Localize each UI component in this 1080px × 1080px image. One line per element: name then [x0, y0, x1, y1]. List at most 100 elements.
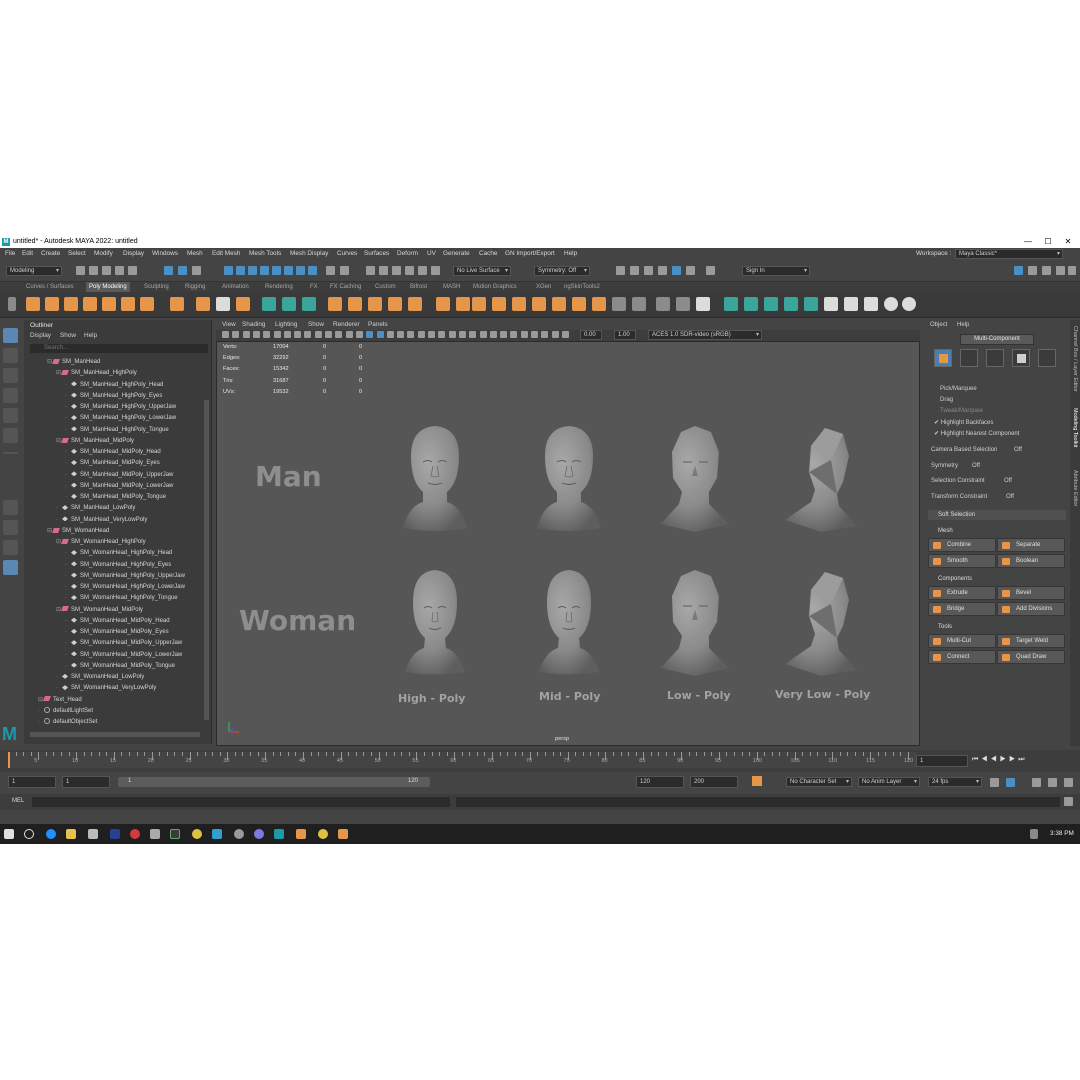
four-view-layout-icon[interactable] [3, 520, 18, 535]
viewport-menu-panels[interactable]: Panels [368, 320, 388, 330]
separate-shelf-icon[interactable] [302, 297, 316, 311]
outliner-row[interactable]: · SM_ManHead_HighPoly_LowerJaw [65, 413, 176, 424]
menu-curves[interactable]: Curves [337, 248, 357, 260]
mask-all-icon[interactable] [224, 266, 233, 275]
outliner-row[interactable]: · defaultLightSet [38, 706, 93, 717]
open-scene-icon[interactable] [89, 266, 98, 275]
viewport-tool-icon[interactable] [283, 331, 291, 338]
menu-create[interactable]: Create [41, 248, 60, 260]
paint-select-tool-icon[interactable] [3, 368, 18, 383]
separate-button[interactable]: Separate [997, 538, 1065, 552]
snap-to-view-plane-icon[interactable] [405, 266, 414, 275]
menu-select[interactable]: Select [68, 248, 86, 260]
menu-edit-mesh[interactable]: Edit Mesh [212, 248, 240, 260]
combine-button[interactable]: Combine [928, 538, 996, 552]
tab-poly-modeling[interactable]: Poly Modeling [86, 282, 130, 292]
multi-component-button[interactable]: Multi-Component [960, 334, 1034, 345]
poly-disc-icon[interactable] [140, 297, 154, 311]
sculpt-tools-icon[interactable] [864, 297, 878, 311]
viewport-tool-icon[interactable] [345, 331, 353, 338]
multi-cut-button[interactable]: Multi-Cut [928, 634, 996, 648]
exposure-field[interactable]: 0.00 [580, 330, 602, 340]
photoshop-icon[interactable] [110, 829, 120, 839]
outliner-row[interactable]: · SM_ManHead_MidPoly_UpperJaw [65, 470, 173, 481]
viewport-tool-icon[interactable] [304, 331, 312, 338]
tools-section-header[interactable]: Tools [928, 622, 1066, 632]
target-weld-shelf-icon[interactable] [744, 297, 758, 311]
minimize-button[interactable]: — [1018, 236, 1038, 248]
loop-icon[interactable] [990, 778, 999, 787]
outliner-row[interactable]: · defaultObjectSet [38, 717, 97, 728]
viewport-tool-icon[interactable] [376, 331, 384, 338]
outliner-row[interactable]: · SM_WomanHead_MidPoly_Tongue [65, 661, 175, 672]
tab-mash[interactable]: MASH [443, 282, 460, 292]
viewport-tool-icon[interactable] [469, 331, 477, 338]
pause-icon[interactable] [706, 266, 715, 275]
viewport-tool-icon[interactable] [273, 331, 281, 338]
fps-dropdown[interactable]: 24 fps [928, 777, 982, 787]
smooth-button[interactable]: Smooth [928, 554, 996, 568]
sweep-mesh-icon[interactable] [262, 297, 276, 311]
eye-hide-icon[interactable] [902, 297, 916, 311]
viewport-tool-icon[interactable] [510, 331, 518, 338]
retopologize-icon[interactable] [408, 297, 422, 311]
outliner-row[interactable]: ⊟ SM_ManHead_MidPoly [56, 436, 134, 447]
automatic-mapping-icon[interactable] [632, 297, 646, 311]
woman-low-poly-head[interactable] [655, 564, 735, 679]
snap-together-icon[interactable] [431, 266, 440, 275]
vertex-mode-icon[interactable] [960, 349, 978, 367]
tab-rendering[interactable]: Rendering [265, 282, 293, 292]
viewport-tool-icon[interactable] [242, 331, 250, 338]
type-icon[interactable] [216, 297, 230, 311]
super-shape-icon[interactable] [196, 297, 210, 311]
toggle-tool-settings-icon[interactable] [1042, 266, 1051, 275]
tab-sculpting[interactable]: Sculpting [144, 282, 169, 292]
tab-modeling-toolkit[interactable]: Modeling Toolkit [1072, 408, 1078, 447]
settings-icon[interactable] [1068, 266, 1076, 275]
symmetry-value[interactable]: Off [972, 463, 980, 469]
highlight-selection-icon[interactable] [340, 266, 349, 275]
menu-deform[interactable]: Deform [397, 248, 418, 260]
outliner-row[interactable]: · SM_ManHead_HighPoly_UpperJaw [65, 402, 176, 413]
viewport-tool-icon[interactable] [561, 331, 569, 338]
toolkit-menu-object[interactable]: Object [930, 322, 947, 328]
outliner-row[interactable]: · SM_ManHead_MidPoly_Tongue [65, 492, 166, 503]
woman-very-low-poly-head[interactable] [781, 564, 861, 679]
bridge-button[interactable]: Bridge [928, 602, 996, 616]
viewport-menu-show[interactable]: Show [308, 320, 324, 330]
menu-mesh-tools[interactable]: Mesh Tools [249, 248, 281, 260]
mask-surfaces-icon[interactable] [272, 266, 281, 275]
render-view-icon[interactable] [630, 266, 639, 275]
windows-start-icon[interactable] [4, 829, 14, 839]
remesh-icon[interactable] [388, 297, 402, 311]
maximize-button[interactable]: ☐ [1038, 236, 1058, 248]
soft-selection-section[interactable]: Soft Selection [928, 510, 1066, 520]
viewport-menu-lighting[interactable]: Lighting [275, 320, 297, 330]
outliner-scrollbar[interactable] [204, 400, 209, 720]
range-slider[interactable]: 1 120 [118, 777, 430, 787]
viewport-tool-icon[interactable] [366, 331, 374, 338]
man-mid-poly-head[interactable] [529, 420, 609, 535]
smooth-shelf-icon[interactable] [348, 297, 362, 311]
auto-key-icon[interactable] [752, 776, 762, 786]
symmetry-dropdown[interactable]: Symmetry: Off [534, 266, 590, 276]
soften-edge-icon[interactable] [696, 297, 710, 311]
checker-icon[interactable] [824, 297, 838, 311]
blender-icon-2[interactable] [338, 829, 348, 839]
character-set-dropdown[interactable]: No Character Set [786, 777, 852, 787]
add-divisions-button[interactable]: Add Divisions [997, 602, 1065, 616]
mask-curves-icon[interactable] [260, 266, 269, 275]
close-button[interactable]: ✕ [1058, 236, 1078, 248]
add-divisions-shelf-icon[interactable] [492, 297, 506, 311]
wedge-icon[interactable] [572, 297, 586, 311]
animation-start-field[interactable]: 1 [8, 776, 56, 788]
woman-high-poly-head[interactable] [395, 564, 475, 679]
viewport-tool-icon[interactable] [448, 331, 456, 338]
viewport-tool-icon[interactable] [222, 331, 229, 338]
outliner-row[interactable]: · SM_WomanHead_VeryLowPoly [56, 683, 156, 694]
woman-mid-poly-head[interactable] [529, 564, 609, 679]
live-surface-dropdown[interactable]: No Live Surface [453, 266, 511, 276]
camera-based-selection-value[interactable]: Off [1014, 447, 1022, 453]
select-tool-icon[interactable] [3, 328, 18, 343]
app-icon-1[interactable] [88, 829, 98, 839]
